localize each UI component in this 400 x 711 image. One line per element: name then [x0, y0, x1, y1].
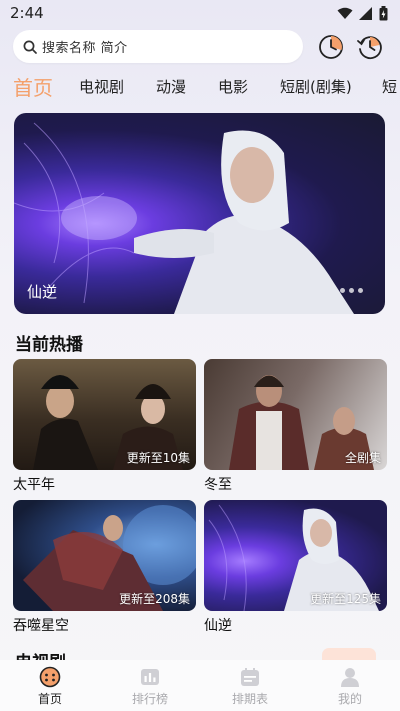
card-title[interactable]: 太平年	[13, 474, 55, 494]
wifi-icon	[337, 7, 353, 19]
header-clock-button[interactable]	[317, 33, 345, 61]
home-icon	[39, 666, 61, 688]
status-icons	[337, 6, 388, 21]
clock-download-icon	[319, 35, 343, 59]
episode-badge: 更新至10集	[126, 451, 190, 465]
profile-icon	[341, 668, 359, 687]
bottom-nav: 首页 排行榜 排期表 我的	[0, 660, 400, 711]
tab-anime[interactable]: 动漫	[156, 76, 186, 97]
tab-movies[interactable]: 电影	[218, 76, 248, 97]
status-bar: 2:44	[0, 0, 400, 28]
pager-dot	[349, 288, 354, 293]
calendar-icon	[241, 668, 259, 686]
battery-icon	[379, 6, 388, 21]
show-card-xianni[interactable]: 更新至125集	[204, 500, 387, 611]
tab-home[interactable]: 首页	[13, 72, 53, 101]
category-tabs: 首页 电视剧 动漫 电影 短剧(剧集) 短	[0, 70, 400, 102]
nav-label: 我的	[337, 692, 362, 706]
card-title[interactable]: 冬至	[204, 474, 232, 494]
pager-dot	[340, 288, 345, 293]
nav-label: 排行榜	[131, 692, 168, 706]
nav-profile[interactable]: 我的	[300, 660, 400, 711]
nav-label: 首页	[37, 692, 62, 706]
ranking-icon	[141, 669, 159, 685]
show-card-taipingnian[interactable]: 更新至10集	[13, 359, 196, 470]
nav-label: 排期表	[231, 692, 268, 706]
nav-home[interactable]: 首页	[0, 660, 100, 711]
banner-artwork	[14, 122, 354, 314]
banner-caption: 仙逆	[27, 283, 58, 301]
search-icon	[23, 40, 37, 54]
card-title[interactable]: 吞噬星空	[13, 615, 69, 635]
episode-badge: 更新至125集	[310, 592, 381, 606]
section-title-hot: 当前热播	[15, 335, 83, 355]
episode-badge: 更新至208集	[119, 592, 190, 606]
tab-tv-series[interactable]: 电视剧	[79, 76, 124, 97]
nav-schedule[interactable]: 排期表	[200, 660, 300, 711]
history-button[interactable]	[356, 33, 384, 61]
show-card-tunshixingkong[interactable]: 更新至208集	[13, 500, 196, 611]
search-placeholder: 搜索名称 简介	[42, 41, 128, 56]
card-title[interactable]: 仙逆	[204, 615, 232, 635]
banner-pager	[340, 288, 363, 293]
pager-dot	[358, 288, 363, 293]
nav-ranking[interactable]: 排行榜	[100, 660, 200, 711]
episode-badge: 全剧集	[344, 451, 381, 465]
status-time: 2:44	[10, 4, 44, 22]
history-icon	[357, 36, 382, 60]
tab-short-partial[interactable]: 短	[382, 76, 397, 97]
tab-short-drama[interactable]: 短剧(剧集)	[280, 76, 352, 97]
show-card-dongzhi[interactable]: 全剧集	[204, 359, 387, 470]
signal-icon	[359, 7, 372, 20]
search-bar[interactable]: 搜索名称 简介	[13, 30, 303, 63]
featured-banner[interactable]: 仙逆	[14, 113, 385, 314]
